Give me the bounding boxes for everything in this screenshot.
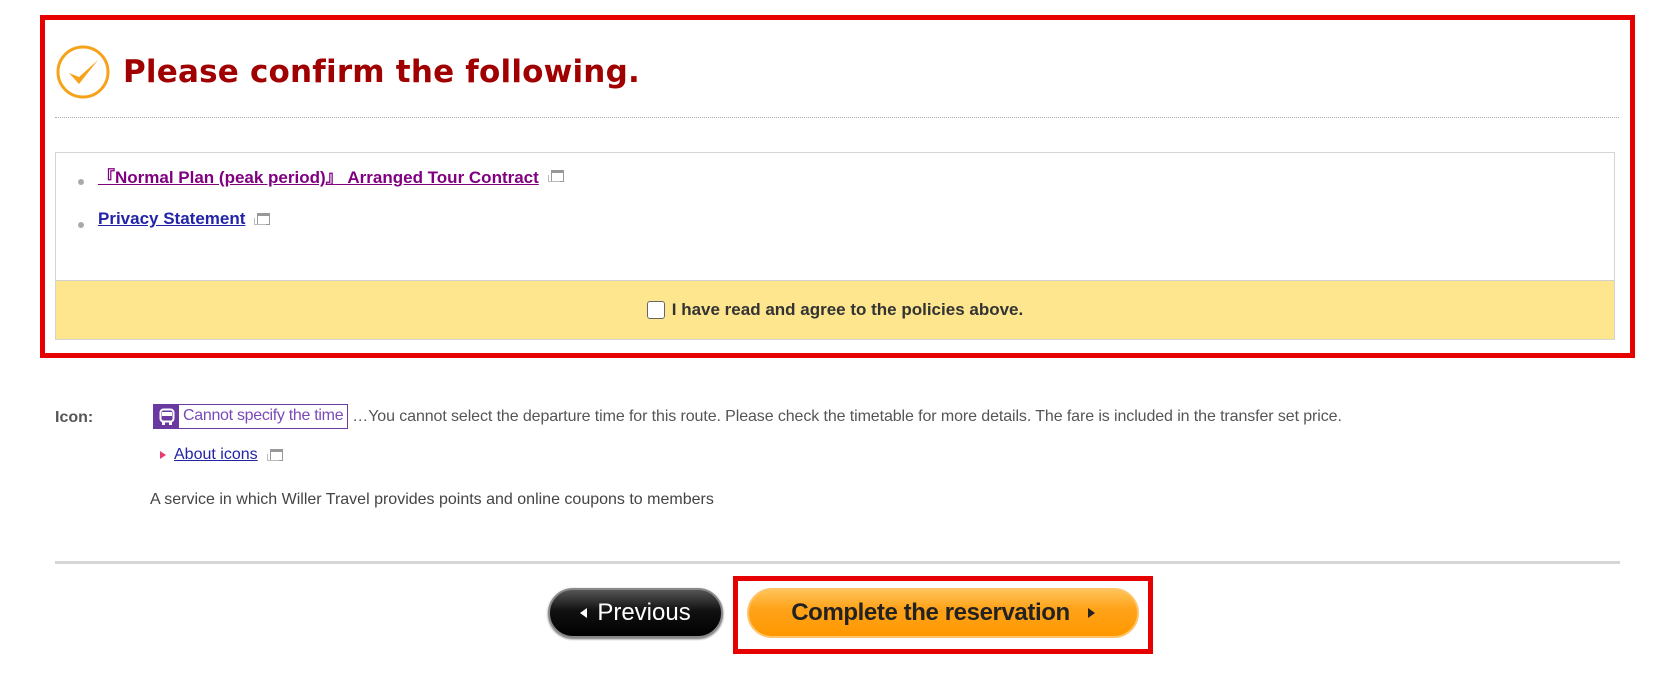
cannot-specify-time-badge: Cannot specify the time [153,404,349,429]
complete-label: Complete the reservation [791,599,1070,626]
icon-legend-label: Icon: [55,409,94,426]
about-icons-row: About icons [160,446,283,464]
agree-text: I have read and agree to the policies ab… [671,300,1024,319]
bus-icon [154,405,179,428]
privacy-statement-link[interactable]: Privacy Statement [98,209,245,229]
confirm-heading: Please confirm the following. [55,42,640,102]
page-title: Please confirm the following. [123,54,640,90]
service-description: A service in which Willer Travel provide… [150,491,714,508]
policy-list: 『Normal Plan (peak period)』 Arranged Tou… [55,152,1615,340]
external-window-icon [547,169,564,182]
bullet-icon [78,222,84,228]
icon-legend-row: Cannot specify the time …You cannot sele… [153,404,1342,429]
agree-checkbox-label[interactable]: I have read and agree to the policies ab… [646,300,1024,320]
arranged-tour-contract-link[interactable]: 『Normal Plan (peak period)』 Arranged Tou… [98,163,539,188]
external-window-icon [254,213,271,225]
arrow-left-icon [580,608,588,618]
external-window-icon [266,449,283,461]
complete-reservation-button[interactable]: Complete the reservation [747,588,1139,638]
previous-label: Previous [597,599,691,626]
previous-button[interactable]: Previous [548,588,723,638]
arrow-right-icon [1087,608,1095,618]
arrow-right-icon [160,451,166,459]
check-circle-icon [56,45,110,99]
divider [55,117,1619,118]
bullet-icon [78,178,84,185]
about-icons-link[interactable]: About icons [174,446,258,464]
separator [55,561,1620,564]
badge-description: …You cannot select the departure time fo… [352,407,1342,425]
policy-item: Privacy Statement [56,209,271,229]
agree-bar: I have read and agree to the policies ab… [56,280,1614,339]
badge-label: Cannot specify the time [183,407,344,424]
policy-item: 『Normal Plan (peak period)』 Arranged Tou… [56,163,564,188]
agree-checkbox[interactable] [646,301,665,319]
